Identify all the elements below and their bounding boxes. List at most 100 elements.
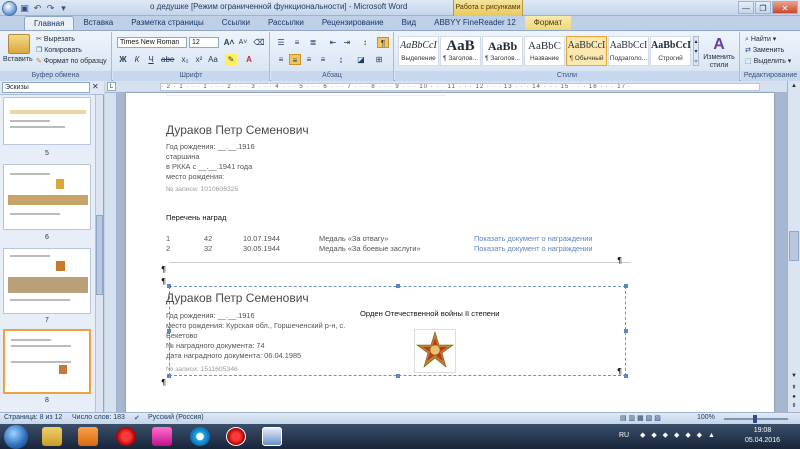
pane-close-icon[interactable]: ✕ (92, 82, 99, 91)
format-painter-button[interactable]: ✎ Формат по образцу (36, 57, 107, 65)
spell-check-icon[interactable]: ✔ (134, 414, 140, 422)
style-emphasis[interactable]: AaBbCcI Выделение (398, 36, 439, 66)
align-center-icon[interactable]: ≡ (289, 54, 301, 65)
decrease-indent-icon[interactable]: ⇤ (327, 37, 339, 48)
page-thumbnail[interactable] (3, 164, 91, 230)
input-language[interactable]: RU (619, 432, 629, 439)
resize-handle[interactable] (167, 374, 171, 378)
tab-mailings[interactable]: Рассылки (259, 16, 313, 30)
change-styles-icon[interactable]: A (708, 36, 730, 54)
resize-handle[interactable] (624, 374, 628, 378)
resize-handle[interactable] (624, 329, 628, 333)
tray-icons[interactable]: ◆ ◆ ◆ ◆ ◆ ◆ ▲ (640, 431, 717, 439)
paste-icon[interactable] (8, 34, 30, 54)
award-document-link[interactable]: Показать документ о награждении (474, 244, 593, 253)
page-thumbnail[interactable] (3, 97, 91, 145)
style-subtitle[interactable]: AaBbCcI Подзаголо... (608, 36, 649, 66)
strikethrough-icon[interactable]: abe (161, 54, 174, 65)
pane-scroll-thumb[interactable] (96, 215, 103, 295)
font-size-select[interactable]: 12 (189, 37, 219, 48)
show-marks-icon[interactable]: ¶ (377, 37, 389, 48)
font-name-select[interactable]: Times New Roman (117, 37, 187, 48)
tab-view[interactable]: Вид (393, 16, 425, 30)
style-heading1[interactable]: AaB ¶ Заголов... (440, 36, 481, 66)
find-button[interactable]: ⌕ Найти ▾ (745, 35, 776, 44)
underline-button[interactable]: Ч (145, 54, 157, 65)
align-right-icon[interactable]: ≡ (303, 54, 315, 65)
undo-icon[interactable]: ↶ (32, 3, 43, 14)
opera-icon[interactable] (116, 427, 136, 446)
align-left-icon[interactable]: ≡ (275, 54, 287, 65)
increase-indent-icon[interactable]: ⇥ (341, 37, 353, 48)
multilevel-list-icon[interactable]: ≣ (307, 37, 319, 48)
start-button[interactable] (4, 425, 28, 449)
pane-scrollbar[interactable] (95, 95, 103, 412)
award-document-link[interactable]: Показать документ о награждении (474, 234, 593, 243)
redo-icon[interactable]: ↷ (45, 3, 56, 14)
cut-button[interactable]: ✂ Вырезать (36, 35, 75, 43)
resize-handle[interactable] (396, 284, 400, 288)
superscript-icon[interactable]: x² (193, 54, 205, 65)
style-strong[interactable]: AaBbCcI Строгий (650, 36, 691, 66)
prev-page-icon[interactable]: ⇞ (789, 383, 799, 393)
maximize-button[interactable]: ❐ (755, 1, 771, 14)
skype-icon[interactable] (190, 427, 210, 446)
next-page-icon[interactable]: ⇟ (789, 401, 799, 411)
page-count[interactable]: Страница: 8 из 12 (4, 414, 62, 421)
copy-button[interactable]: ❐ Копировать (36, 46, 82, 54)
opera-active-icon[interactable] (226, 427, 246, 446)
select-button[interactable]: ⬚ Выделить ▾ (745, 57, 791, 65)
document-page[interactable]: Дураков Петр Семенович Год рождения: __.… (126, 93, 774, 412)
page-thumbnail[interactable] (3, 248, 91, 314)
shading-icon[interactable]: ◪ (355, 54, 367, 65)
line-spacing-icon[interactable]: ↨ (335, 54, 347, 65)
replace-button[interactable]: ⇄ Заменить (745, 46, 784, 54)
grow-font-icon[interactable]: A˄ (223, 37, 235, 48)
resize-handle[interactable] (624, 284, 628, 288)
app-w-icon[interactable] (152, 427, 172, 446)
sort-icon[interactable]: ↕ (359, 37, 371, 48)
horizontal-ruler[interactable]: L · 2 · 1 · · · 1 · · · 2 · · · 3 · · · … (105, 81, 787, 93)
tab-abbyy[interactable]: ABBYY FineReader 12 (425, 16, 525, 30)
zoom-slider-thumb[interactable] (753, 415, 757, 423)
subscript-icon[interactable]: x₂ (179, 54, 191, 65)
style-normal[interactable]: AaBbCcI ¶ Обычный (566, 36, 607, 66)
explorer-icon[interactable] (42, 427, 62, 446)
close-button[interactable]: ✕ (772, 1, 798, 14)
highlight-icon[interactable]: ✎ (225, 54, 237, 65)
numbering-icon[interactable]: ≡ (291, 37, 303, 48)
clear-format-icon[interactable]: ⌫ (253, 37, 265, 48)
font-color-icon[interactable]: A (243, 54, 255, 65)
scroll-down-icon[interactable]: ▼ (789, 371, 799, 381)
media-player-icon[interactable] (78, 427, 98, 446)
minimize-button[interactable]: — (738, 1, 754, 14)
page-thumbnail-selected[interactable] (3, 329, 91, 394)
change-styles-button[interactable]: Изменить стили (701, 54, 737, 70)
bullets-icon[interactable]: ☰ (275, 37, 287, 48)
view-buttons[interactable]: ▤ ▥ ▦ ▧ ▨ (620, 414, 661, 422)
bold-button[interactable]: Ж (117, 54, 129, 65)
tab-format[interactable]: Формат (524, 16, 572, 30)
save-icon[interactable]: ▣ (19, 3, 30, 14)
zoom-level[interactable]: 100% (697, 414, 715, 421)
clock[interactable]: 19:08 05.04.2016 (745, 426, 780, 446)
order-image[interactable] (414, 329, 456, 373)
tab-insert[interactable]: Вставка (74, 16, 122, 30)
tab-home[interactable]: Главная (24, 16, 75, 30)
vertical-ruler[interactable] (105, 93, 117, 412)
change-case-icon[interactable]: Aa (207, 54, 219, 65)
word-icon[interactable] (262, 427, 282, 446)
language-indicator[interactable]: Русский (Россия) (148, 414, 204, 421)
pane-view-select[interactable]: Эскизы (2, 82, 90, 93)
justify-icon[interactable]: ≡ (317, 54, 329, 65)
office-button[interactable] (2, 0, 17, 16)
tab-review[interactable]: Рецензирование (313, 16, 393, 30)
italic-button[interactable]: К (131, 54, 143, 65)
browse-object-icon[interactable]: ● (789, 393, 799, 401)
tab-references[interactable]: Ссылки (213, 16, 259, 30)
shrink-font-icon[interactable]: A˅ (237, 37, 249, 48)
scroll-thumb[interactable] (789, 231, 799, 261)
vertical-scrollbar[interactable]: ▲ ▼ ⇞ ● ⇟ (787, 81, 800, 412)
styles-scroll-icon[interactable]: ▴ ▾ ▿ (693, 36, 699, 66)
style-title[interactable]: AaBbC Название (524, 36, 565, 66)
